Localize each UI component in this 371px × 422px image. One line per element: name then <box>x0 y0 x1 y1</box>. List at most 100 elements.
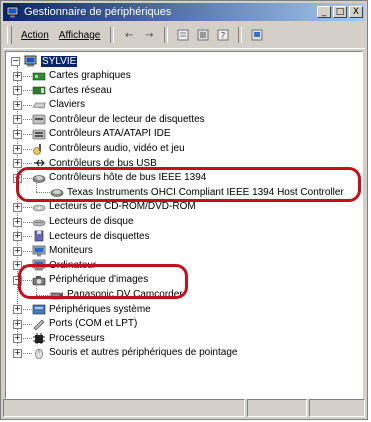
imaging-device-icon <box>32 274 46 286</box>
expand-toggle[interactable]: + <box>13 129 22 139</box>
tree-connector <box>36 192 50 194</box>
menu-view[interactable]: Affichage <box>54 30 106 41</box>
tree-item-label: Texas Instruments OHCI Compliant IEEE 13… <box>67 186 344 198</box>
tree-item-label: Lecteurs de disque <box>49 216 134 227</box>
device-category[interactable]: Moniteurs <box>32 244 93 258</box>
tree-item-label: Moniteurs <box>49 245 93 257</box>
computer-icon <box>24 55 38 67</box>
expand-toggle[interactable]: + <box>13 100 22 110</box>
system-devices-icon <box>32 303 46 315</box>
toolbar-separator <box>164 27 169 43</box>
tree-item-label: Souris et autres périphériques de pointa… <box>49 347 238 359</box>
properties-icon[interactable] <box>176 28 190 42</box>
device-category[interactable]: Contrôleurs audio, vidéo et jeu <box>32 142 185 156</box>
tree-item-label: Cartes graphiques <box>49 70 131 81</box>
tree-item-label: Contrôleurs audio, vidéo et jeu <box>49 143 185 154</box>
minimize-button[interactable]: _ <box>317 6 331 18</box>
expand-toggle[interactable]: + <box>13 144 22 154</box>
expand-toggle[interactable]: + <box>13 217 22 227</box>
forward-icon[interactable]: → <box>142 28 156 42</box>
window-title: Gestionnaire de périphériques <box>24 6 172 18</box>
tree-item-label: Périphériques système <box>49 303 151 315</box>
device-category[interactable]: Lecteurs de disquettes <box>32 229 150 243</box>
device-category[interactable]: Souris et autres périphériques de pointa… <box>32 346 237 360</box>
device-item[interactable]: Panasonic DV Camcorder <box>50 288 183 302</box>
tree-item-label: Périphérique d'images <box>49 274 149 286</box>
collapse-toggle[interactable]: − <box>13 173 22 183</box>
device-category[interactable]: Lecteurs de disque <box>32 215 134 229</box>
collapse-toggle[interactable]: − <box>11 57 20 66</box>
floppy-drive-icon <box>32 230 46 242</box>
expand-toggle[interactable]: + <box>13 305 22 315</box>
expand-toggle[interactable]: + <box>13 71 22 81</box>
ieee1394-device-icon <box>50 186 64 198</box>
tree-root[interactable]: − SYLVIE <box>8 54 78 68</box>
device-category[interactable]: Périphériques système <box>32 302 151 316</box>
close-button[interactable]: X <box>349 6 363 18</box>
expand-toggle[interactable]: + <box>13 261 22 271</box>
scan-icon[interactable] <box>250 28 264 42</box>
toolbar-separator <box>110 27 115 43</box>
tree-item-label: Ports (COM et LPT) <box>49 318 138 330</box>
disk-drive-icon <box>32 216 46 228</box>
floppy-controller-icon <box>32 113 46 125</box>
expand-toggle[interactable]: + <box>13 115 22 125</box>
expand-toggle[interactable]: + <box>13 246 22 256</box>
tree-item-label: Lecteurs de disquettes <box>49 230 150 242</box>
title-bar[interactable]: Gestionnaire de périphériques _ □ X <box>3 3 365 21</box>
maximize-button[interactable]: □ <box>333 6 347 18</box>
tree-connector <box>36 294 50 296</box>
expand-toggle[interactable]: + <box>13 232 22 242</box>
ieee1394-icon <box>32 172 46 184</box>
menu-action[interactable]: Action <box>16 30 54 41</box>
tree-item-label: Lecteurs de CD-ROM/DVD-ROM <box>49 201 196 213</box>
usb-icon <box>32 157 46 169</box>
processor-icon <box>32 332 46 346</box>
device-category[interactable]: Lecteurs de CD-ROM/DVD-ROM <box>32 200 196 214</box>
device-category[interactable]: Cartes réseau <box>32 83 112 97</box>
tree-item-label: Contrôleur de lecteur de disquettes <box>49 113 205 125</box>
tree-item-label: Cartes réseau <box>49 84 112 96</box>
device-category[interactable]: Contrôleurs de bus USB <box>32 156 157 170</box>
device-category[interactable]: Contrôleurs hôte de bus IEEE 1394 <box>32 171 206 185</box>
device-manager-window: Gestionnaire de périphériques _ □ X Acti… <box>0 0 368 420</box>
ide-controller-icon <box>32 128 46 140</box>
device-tree[interactable]: − SYLVIE + Cartes graphiques + Cartes résea… <box>5 51 363 399</box>
tree-connector <box>36 280 37 295</box>
device-category[interactable]: Contrôleurs ATA/ATAPI IDE <box>32 127 171 141</box>
expand-toggle[interactable]: + <box>13 202 22 212</box>
tree-connector <box>36 178 37 193</box>
expand-toggle[interactable]: + <box>13 348 22 358</box>
status-cell-main <box>3 399 245 417</box>
device-category[interactable]: Claviers <box>32 98 85 112</box>
device-category[interactable]: Ordinateur <box>32 258 96 272</box>
expand-toggle[interactable]: + <box>13 334 22 344</box>
back-icon[interactable]: ← <box>122 28 136 42</box>
ports-icon <box>32 318 46 331</box>
device-item[interactable]: Texas Instruments OHCI Compliant IEEE 13… <box>50 185 344 199</box>
view-icon[interactable] <box>196 28 210 42</box>
tree-item-label: Processeurs <box>49 332 105 344</box>
device-category[interactable]: Cartes graphiques <box>32 69 131 83</box>
device-manager-app-icon <box>6 6 20 18</box>
status-cell-tertiary <box>309 399 365 417</box>
toolbar-grip[interactable] <box>7 26 12 44</box>
display-adapter-icon <box>32 70 46 82</box>
svg-text:?: ? <box>221 32 226 42</box>
camcorder-icon <box>50 289 64 301</box>
expand-toggle[interactable]: + <box>13 319 22 329</box>
tree-item-label: Ordinateur <box>49 259 97 271</box>
device-category[interactable]: Processeurs <box>32 331 105 346</box>
tree-item-label: Claviers <box>49 99 86 111</box>
device-category[interactable]: Ports (COM et LPT) <box>32 317 137 331</box>
help-icon[interactable]: ? <box>216 28 230 42</box>
status-bar <box>3 399 365 417</box>
device-category[interactable]: Contrôleur de lecteur de disquettes <box>32 112 205 126</box>
tree-item-label: Contrôleurs ATA/ATAPI IDE <box>49 128 171 140</box>
network-adapter-icon <box>32 84 46 96</box>
expand-toggle[interactable]: + <box>13 159 22 169</box>
expand-toggle[interactable]: + <box>13 86 22 96</box>
device-category[interactable]: Périphérique d'images <box>32 273 148 287</box>
tree-item-label: Contrôleurs hôte de bus IEEE 1394 <box>49 172 207 184</box>
collapse-toggle[interactable]: − <box>13 275 22 285</box>
